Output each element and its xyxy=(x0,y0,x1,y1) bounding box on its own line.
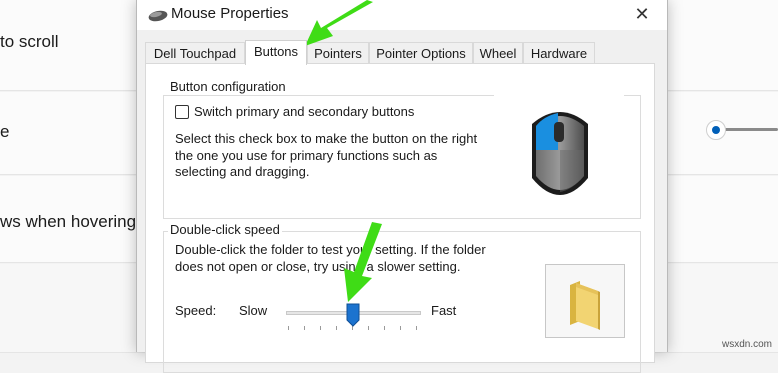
annotation-arrow-to-speed-slider xyxy=(344,222,382,302)
button-config-desc-line-3: selecting and dragging. xyxy=(175,164,310,179)
settings-row-hover-label: ws when hovering o xyxy=(0,212,151,231)
slider-tick xyxy=(416,326,417,330)
double-click-desc-line-2: does not open or close, try using a slow… xyxy=(175,259,461,274)
test-folder-box[interactable] xyxy=(545,264,625,338)
speed-label: Speed: xyxy=(175,303,217,318)
settings-speed-slider-thumb[interactable] xyxy=(706,120,726,140)
button-config-desc-line-2: the one you use for primary functions su… xyxy=(175,148,438,163)
mouse-illustration xyxy=(494,92,624,214)
tab-hardware[interactable]: Hardware xyxy=(523,42,595,63)
slider-tick xyxy=(304,326,305,330)
switch-buttons-checkbox[interactable] xyxy=(175,105,189,119)
settings-speed-slider-track[interactable] xyxy=(720,128,778,131)
double-click-desc-line-1: Double-click the folder to test your set… xyxy=(175,242,486,257)
dialog-title: Mouse Properties xyxy=(171,5,289,22)
watermark: wsxdn.com xyxy=(721,339,772,350)
button-configuration-title: Button configuration xyxy=(168,79,288,94)
switch-buttons-label[interactable]: Switch primary and secondary buttons xyxy=(194,104,414,121)
slow-label: Slow xyxy=(239,303,268,318)
slider-tick xyxy=(400,326,401,330)
tab-wheel[interactable]: Wheel xyxy=(473,42,523,63)
buttons-tab-panel: Button configuration Switch primary and … xyxy=(145,63,655,373)
slider-tick xyxy=(368,326,369,330)
settings-row-scroll-label: to scroll xyxy=(0,32,59,51)
fast-label: Fast xyxy=(431,303,457,318)
slider-tick xyxy=(320,326,321,330)
settings-row-speed-label: e xyxy=(0,122,10,141)
tab-buttons[interactable]: Buttons xyxy=(245,40,307,65)
tab-dell-touchpad[interactable]: Dell Touchpad xyxy=(145,42,245,63)
slider-tick xyxy=(384,326,385,330)
double-click-speed-title: Double-click speed xyxy=(168,222,282,237)
button-config-desc-line-1: Select this check box to make the button… xyxy=(175,131,478,146)
mouse-properties-dialog: Mouse Properties ✕ Dell Touchpad Buttons… xyxy=(136,0,668,373)
dialog-titlebar: Mouse Properties ✕ xyxy=(137,0,667,30)
slider-tick xyxy=(288,326,289,330)
slider-tick xyxy=(336,326,337,330)
folder-icon[interactable] xyxy=(546,265,624,337)
close-icon[interactable]: ✕ xyxy=(631,3,653,25)
mouse-app-icon xyxy=(148,9,168,27)
tab-pointer-options[interactable]: Pointer Options xyxy=(369,42,473,63)
